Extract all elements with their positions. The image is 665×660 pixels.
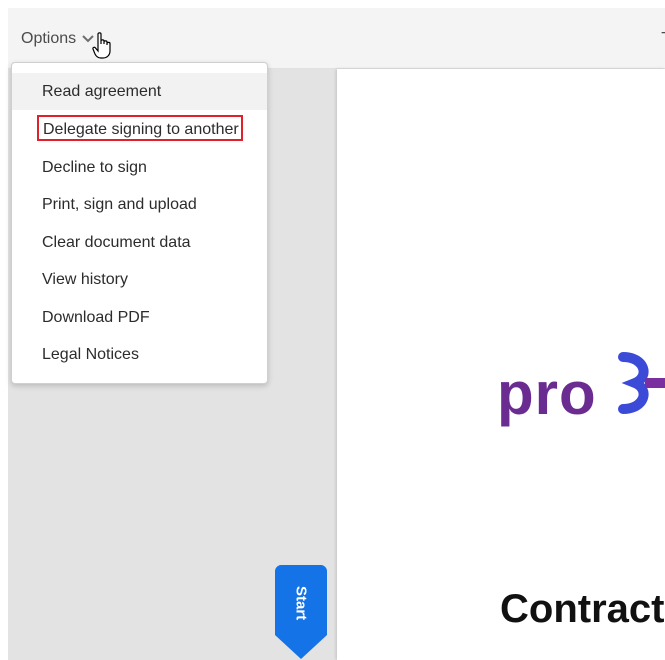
hand-pointer-icon bbox=[92, 32, 111, 59]
toolbar-right-text: T bbox=[661, 30, 665, 48]
options-menu: Read agreement Delegate signing to anoth… bbox=[11, 62, 268, 384]
menu-item-download-pdf[interactable]: Download PDF bbox=[12, 299, 267, 336]
menu-item-read-agreement[interactable]: Read agreement bbox=[12, 73, 267, 110]
menu-item-view-history[interactable]: View history bbox=[12, 261, 267, 298]
document-page: pro Contract bbox=[337, 69, 665, 660]
company-logo-text: pro bbox=[497, 360, 597, 427]
start-label[interactable]: Start bbox=[275, 568, 327, 638]
menu-item-clear-document-data[interactable]: Clear document data bbox=[12, 224, 267, 261]
logo-mark-icon bbox=[618, 352, 665, 414]
menu-item-delegate-signing[interactable]: Delegate signing to another bbox=[12, 111, 267, 148]
options-label: Options bbox=[21, 30, 77, 47]
document-title: Contract bbox=[500, 587, 665, 631]
menu-item-print-sign-upload[interactable]: Print, sign and upload bbox=[12, 186, 267, 223]
menu-item-decline-to-sign[interactable]: Decline to sign bbox=[12, 149, 267, 186]
menu-item-legal-notices[interactable]: Legal Notices bbox=[12, 336, 267, 373]
options-dropdown-button[interactable]: Options bbox=[21, 30, 94, 48]
